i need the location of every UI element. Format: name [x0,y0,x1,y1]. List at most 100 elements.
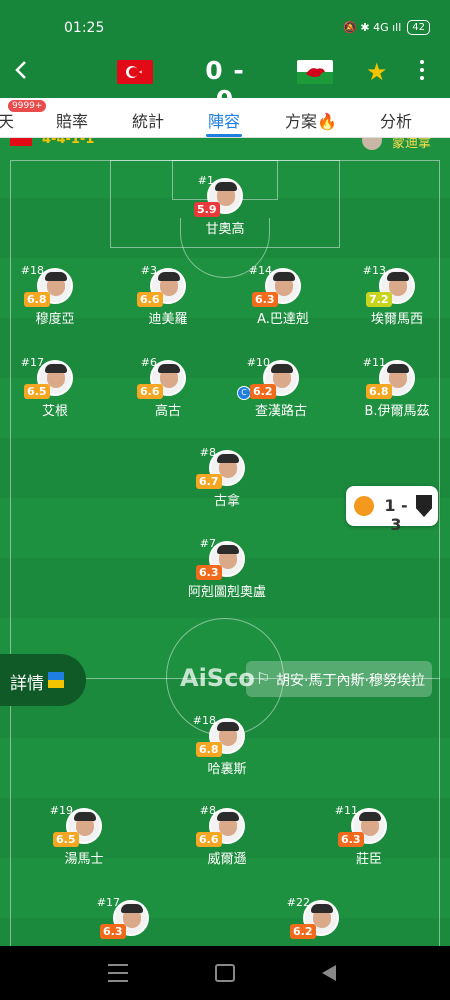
tab-stats[interactable]: 統計 [132,108,164,132]
player-card[interactable]: #17 6.5 艾根 [0,356,110,430]
player-rating: 6.2 [290,924,316,939]
player-rating: 6.3 [338,832,364,847]
player-name: 威爾遜 [207,852,247,867]
battery-icon: 42 [407,20,430,35]
player-name: 莊臣 [355,852,382,867]
tab-bar: 9999+ 天 賠率 統計 陣容 方案🔥 分析 [0,98,450,138]
whistle-icon: ⚐ [256,669,271,688]
player-card[interactable]: #11 6.3 莊臣 [314,804,424,878]
coach-avatar [362,138,382,150]
tab-odds[interactable]: 賠率 [56,108,88,132]
turkey-mini-flag-icon [10,138,32,146]
wales-flag-icon [297,60,333,84]
player-number: #10 [246,356,270,369]
player-name: B.伊爾馬茲 [364,404,430,419]
system-nav-bar [0,946,450,1000]
player-number: #17 [96,896,120,909]
status-time: 01:25 [64,20,105,36]
status-icon-group: 🔕 ✱ 4G ıll [343,21,402,34]
player-number: #17 [20,356,44,369]
player-card[interactable]: #22 6.2 [266,896,376,946]
player-name: A.巴達剋 [257,312,309,327]
turkey-flag-icon [117,60,153,84]
player-rating: 6.2 [250,384,276,399]
home-icon[interactable] [215,964,235,982]
fire-icon: 🔥 [317,112,337,131]
details-button[interactable]: 詳情 [0,654,86,706]
player-number: #7 [199,537,216,550]
player-number: #18 [20,264,44,277]
player-card[interactable]: #17 6.3 [76,896,186,946]
valencia-logo-icon [354,496,374,516]
player-number: #3 [140,264,157,277]
player-name: 阿剋圖剋奧盧 [187,585,266,600]
player-number: #13 [362,264,386,277]
tab-lineup[interactable]: 陣容 [208,108,240,132]
active-tab-indicator [206,134,242,137]
coach-name: 蒙迪拿 [392,138,432,150]
player-number: #8 [199,446,216,459]
formation-label: 4-4-1-1 [42,138,95,147]
player-card[interactable]: #8 6.7 古拿 [172,446,282,520]
player-number: #19 [49,804,73,817]
player-rating: 6.6 [137,292,163,307]
player-rating: 6.5 [24,384,50,399]
watermark: AiSco [180,664,255,692]
player-card[interactable]: #6 6.6 高古 [113,356,223,430]
opponent-logo-icon [416,495,432,517]
tab-analysis[interactable]: 分析 [380,108,412,132]
player-card[interactable]: #13 7.2 埃爾馬西 [342,264,450,338]
player-card[interactable]: #3 6.6 迪美羅 [113,264,223,338]
player-card[interactable]: #10 C 6.2 查漢路古 [226,356,336,430]
player-card[interactable]: #8 6.6 威爾遜 [172,804,282,878]
player-card[interactable]: #18 6.8 哈裏斯 [172,714,282,788]
player-card[interactable]: #1 5.9 甘奧高 [170,174,280,248]
player-rating: 6.8 [24,292,50,307]
status-bar: 01:25 🔕 ✱ 4G ıll 42 [0,0,450,46]
player-rating: 6.3 [252,292,278,307]
back-arrow-icon[interactable] [12,60,32,80]
referee-name: 胡安·馬丁內斯·穆努埃拉 [276,673,425,689]
formation-bar: 4-4-1-1 蒙迪拿 [0,138,450,150]
live-match-card[interactable]: 1 - 3 [346,486,438,534]
player-number: #11 [334,804,358,817]
favorite-star-icon[interactable]: ★ [366,58,388,86]
player-rating: 6.3 [196,565,222,580]
player-number: #11 [362,356,386,369]
player-number: #18 [192,714,216,727]
player-card[interactable]: #14 6.3 A.巴達剋 [228,264,338,338]
player-card[interactable]: #11 6.8 B.伊爾馬茲 [342,356,450,430]
captain-badge-icon: C [237,386,251,400]
nav-back-icon[interactable] [322,965,336,981]
tab-plans[interactable]: 方案🔥 [285,108,337,132]
player-name: 埃爾馬西 [370,312,423,327]
player-name: 穆度亞 [35,312,75,327]
status-icons: 🔕 ✱ 4G ıll 42 [343,20,430,35]
player-card[interactable]: #18 6.8 穆度亞 [0,264,110,338]
player-rating: 6.8 [366,384,392,399]
player-rating: 6.5 [53,832,79,847]
player-name: 甘奧高 [205,222,245,237]
more-options-icon[interactable] [412,57,432,85]
player-name: 哈裏斯 [207,762,247,777]
player-rating: 6.3 [100,924,126,939]
tab-plans-label: 方案 [285,112,318,131]
player-card[interactable]: #7 6.3 阿剋圖剋奧盧 [172,537,282,611]
tab-partial[interactable]: 天 [0,108,14,132]
recent-apps-icon[interactable] [108,964,128,982]
player-name: 查漢路古 [254,404,307,419]
player-card[interactable]: #19 6.5 湯馬士 [29,804,139,878]
player-name: 湯馬士 [64,852,104,867]
player-rating: 5.9 [194,202,220,217]
match-header: 0 - 0 ★ [0,46,450,114]
live-match-score: 1 - 3 [384,496,408,534]
player-number: #22 [286,896,310,909]
player-number: #1 [197,174,214,187]
player-name: 迪美羅 [148,312,188,327]
referee-info: ⚐ 胡安·馬丁內斯·穆努埃拉 [246,661,432,697]
details-icon [48,672,64,688]
player-rating: 6.6 [196,832,222,847]
player-name: 高古 [154,404,181,419]
player-rating: 6.7 [196,474,222,489]
player-number: #14 [248,264,272,277]
